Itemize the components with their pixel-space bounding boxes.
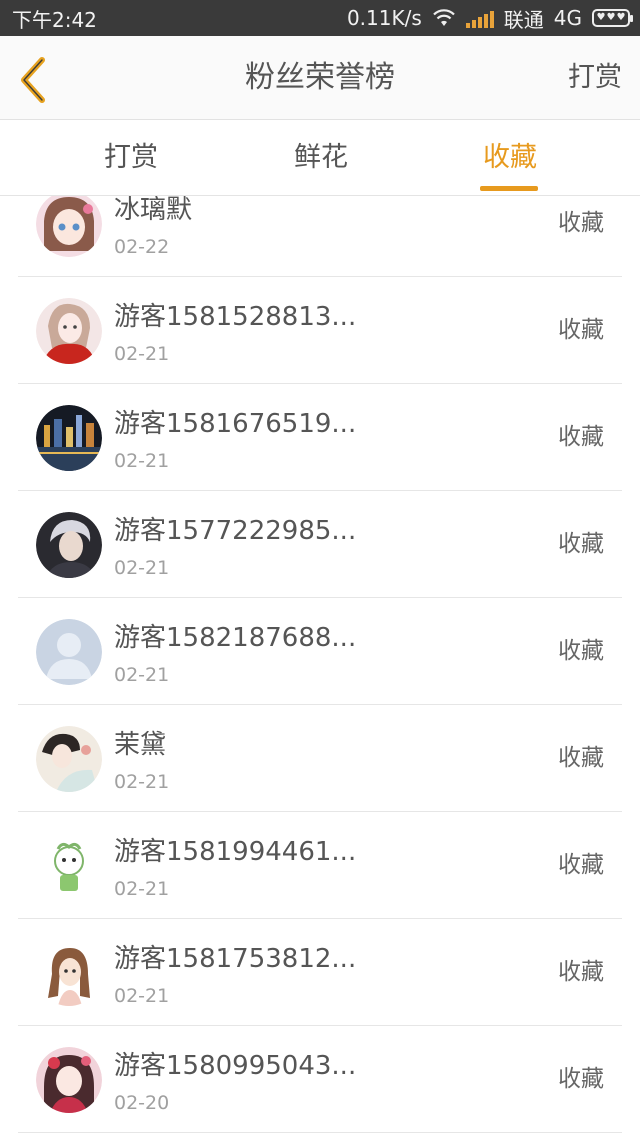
- fan-date: 02-21: [114, 557, 170, 579]
- network-type: 4G: [553, 6, 582, 30]
- battery-icon: ♥ ♥ ♥: [592, 9, 633, 27]
- favorite-label: 收藏: [558, 317, 604, 343]
- favorite-label: 收藏: [558, 638, 604, 664]
- signal-icon: [465, 8, 494, 28]
- fan-name: 游客1581528813...: [114, 302, 357, 332]
- status-right: 0.11K/s 联通 4G ♥ ♥ ♥: [346, 4, 633, 33]
- cartoon-character-avatar: [36, 833, 102, 899]
- list-item[interactable]: 游客1581994461... 02-21 收藏: [18, 812, 622, 919]
- fan-name: 游客1581753812...: [114, 944, 357, 974]
- girl-red-dress-avatar: [36, 298, 102, 364]
- anime-girl-red-avatar: [36, 1047, 102, 1113]
- fan-name: 游客1580995043...: [114, 1051, 357, 1081]
- reward-button[interactable]: 打赏: [568, 36, 622, 120]
- favorite-label: 收藏: [558, 424, 604, 450]
- list-item[interactable]: 茉黛 02-21 收藏: [18, 705, 622, 812]
- fan-date: 02-21: [114, 878, 170, 900]
- list-item[interactable]: 游客1581528813... 02-21 收藏: [18, 277, 622, 384]
- fan-date: 02-22: [114, 236, 170, 258]
- wifi-icon: [432, 9, 455, 26]
- list-item[interactable]: 冰璃默 02-22 收藏: [18, 196, 622, 277]
- default-user-avatar: [36, 619, 102, 685]
- fan-date: 02-21: [114, 343, 170, 365]
- network-speed: 0.11K/s: [346, 6, 422, 30]
- status-bar: 下午2:42 0.11K/s 联通 4G ♥ ♥ ♥: [0, 0, 640, 36]
- favorite-label: 收藏: [558, 531, 604, 557]
- favorite-label: 收藏: [558, 959, 604, 985]
- fan-name: 游客1577222985...: [114, 516, 357, 546]
- dark-portrait-avatar: [36, 512, 102, 578]
- city-night-avatar: [36, 405, 102, 471]
- active-tab-indicator: [480, 186, 538, 191]
- page-title: 粉丝荣誉榜: [245, 60, 395, 95]
- tab-reward[interactable]: 打赏: [96, 120, 166, 196]
- fan-name: 游客1582187688...: [114, 623, 357, 653]
- fan-name: 茉黛: [114, 730, 167, 760]
- tab-bar: 打赏 鲜花 收藏: [0, 120, 640, 196]
- fan-date: 02-21: [114, 664, 170, 686]
- favorite-label: 收藏: [558, 210, 604, 236]
- anime-girl-pink-avatar: [36, 196, 102, 257]
- illustrated-woman-avatar: [36, 726, 102, 792]
- favorite-label: 收藏: [558, 745, 604, 771]
- fan-list: 冰璃默 02-22 收藏 游客1581528813... 02-21 收藏 游客…: [0, 196, 640, 1138]
- tab-flowers[interactable]: 鲜花: [286, 120, 356, 196]
- fan-date: 02-21: [114, 985, 170, 1007]
- list-item[interactable]: 游客1580995043... 02-20 收藏: [18, 1026, 622, 1133]
- fan-name: 游客1581676519...: [114, 409, 357, 439]
- brunette-girl-avatar: [36, 940, 102, 1006]
- favorite-label: 收藏: [558, 1066, 604, 1092]
- header-bar: 粉丝荣誉榜 打赏: [0, 36, 640, 120]
- list-item[interactable]: 游客1577222985... 02-21 收藏: [18, 491, 622, 598]
- carrier-label: 联通: [503, 7, 544, 32]
- fan-name: 冰璃默: [114, 196, 193, 225]
- fan-name: 游客1581994461...: [114, 837, 357, 867]
- fan-date: 02-21: [114, 771, 170, 793]
- fan-date: 02-21: [114, 450, 170, 472]
- fan-date: 02-20: [114, 1092, 170, 1114]
- list-item[interactable]: 游客1581676519... 02-21 收藏: [18, 384, 622, 491]
- tab-favorites[interactable]: 收藏: [475, 120, 545, 196]
- list-item[interactable]: 游客1582187688... 02-21 收藏: [18, 598, 622, 705]
- list-item[interactable]: 游客1581753812... 02-21 收藏: [18, 919, 622, 1026]
- favorite-label: 收藏: [558, 852, 604, 878]
- status-time: 下午2:42: [12, 7, 97, 32]
